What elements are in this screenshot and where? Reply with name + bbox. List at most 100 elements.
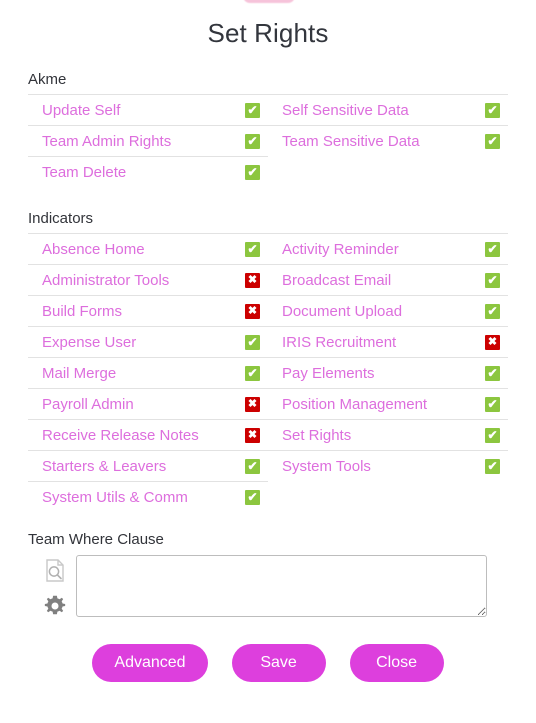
- right-checkbox-enabled[interactable]: ✔: [485, 458, 500, 474]
- right-checkbox-enabled[interactable]: ✔: [245, 334, 260, 350]
- right-row[interactable]: Starters & Leavers ✔: [28, 450, 268, 481]
- right-row[interactable]: Update Self ✔: [28, 94, 268, 125]
- right-checkbox-enabled[interactable]: ✔: [485, 272, 500, 288]
- right-label[interactable]: Build Forms: [42, 303, 245, 320]
- right-checkbox-enabled[interactable]: ✔: [245, 365, 260, 381]
- right-checkbox-enabled[interactable]: ✔: [485, 396, 500, 412]
- right-checkbox-enabled[interactable]: ✔: [485, 303, 500, 319]
- clipped-top-pill: [243, 0, 295, 3]
- right-checkbox-enabled[interactable]: ✔: [245, 102, 260, 118]
- cross-icon: ✖: [247, 428, 258, 441]
- right-label[interactable]: Team Sensitive Data: [282, 133, 485, 150]
- right-label[interactable]: Set Rights: [282, 427, 485, 444]
- right-checkbox-enabled[interactable]: ✔: [245, 241, 260, 257]
- right-label[interactable]: Position Management: [282, 396, 485, 413]
- close-button[interactable]: Close: [349, 644, 444, 682]
- right-label[interactable]: Self Sensitive Data: [282, 102, 485, 119]
- check-icon: ✔: [247, 134, 258, 148]
- check-icon: ✔: [487, 242, 498, 256]
- right-label[interactable]: Absence Home: [42, 241, 245, 258]
- check-icon: ✔: [247, 165, 258, 179]
- check-icon: ✔: [487, 459, 498, 473]
- right-row[interactable]: Pay Elements ✔: [268, 357, 508, 388]
- right-checkbox-disabled[interactable]: ✖: [485, 334, 500, 350]
- right-row[interactable]: Receive Release Notes ✖: [28, 419, 268, 450]
- right-checkbox-disabled[interactable]: ✖: [245, 272, 260, 288]
- cross-icon: ✖: [247, 273, 258, 286]
- right-row[interactable]: System Utils & Comm ✔: [28, 481, 268, 512]
- right-row[interactable]: Expense User ✔: [28, 326, 268, 357]
- right-row[interactable]: Set Rights ✔: [268, 419, 508, 450]
- rights-grid: Absence Home ✔ Activity Reminder ✔ Administr…: [28, 233, 508, 512]
- right-label[interactable]: Team Admin Rights: [42, 133, 245, 150]
- check-icon: ✔: [247, 242, 258, 256]
- check-icon: ✔: [247, 490, 258, 504]
- right-label[interactable]: Expense User: [42, 334, 245, 351]
- right-label[interactable]: IRIS Recruitment: [282, 334, 485, 351]
- right-label[interactable]: Starters & Leavers: [42, 458, 245, 475]
- right-label[interactable]: System Utils & Comm: [42, 489, 245, 506]
- check-icon: ✔: [487, 366, 498, 380]
- page-title: Set Rights: [207, 18, 329, 48]
- team-where-clause-input[interactable]: [76, 555, 487, 617]
- right-label[interactable]: Receive Release Notes: [42, 427, 245, 444]
- right-row[interactable]: Team Sensitive Data ✔: [268, 125, 508, 156]
- right-checkbox-enabled[interactable]: ✔: [485, 102, 500, 118]
- right-row-empty: [268, 156, 508, 187]
- check-icon: ✔: [247, 103, 258, 117]
- right-label[interactable]: Payroll Admin: [42, 396, 245, 413]
- right-checkbox-enabled[interactable]: ✔: [245, 133, 260, 149]
- right-row[interactable]: Build Forms ✖: [28, 295, 268, 326]
- right-label[interactable]: Document Upload: [282, 303, 485, 320]
- right-checkbox-disabled[interactable]: ✖: [245, 303, 260, 319]
- right-row[interactable]: Self Sensitive Data ✔: [268, 94, 508, 125]
- right-label[interactable]: Mail Merge: [42, 365, 245, 382]
- check-icon: ✔: [487, 428, 498, 442]
- right-checkbox-enabled[interactable]: ✔: [485, 365, 500, 381]
- right-label[interactable]: Broadcast Email: [282, 272, 485, 289]
- check-icon: ✔: [487, 304, 498, 318]
- right-row[interactable]: IRIS Recruitment ✖: [268, 326, 508, 357]
- right-row[interactable]: Position Management ✔: [268, 388, 508, 419]
- rights-form: Akme Update Self ✔ Self Sensitive Data ✔ Team…: [0, 71, 536, 512]
- right-row[interactable]: Absence Home ✔: [28, 233, 268, 264]
- right-checkbox-enabled[interactable]: ✔: [245, 489, 260, 505]
- right-checkbox-disabled[interactable]: ✖: [245, 427, 260, 443]
- check-icon: ✔: [247, 366, 258, 380]
- right-label[interactable]: Pay Elements: [282, 365, 485, 382]
- right-label[interactable]: Team Delete: [42, 164, 245, 181]
- right-label[interactable]: Administrator Tools: [42, 272, 245, 289]
- right-row-empty: [268, 481, 508, 512]
- gear-icon[interactable]: [44, 595, 66, 617]
- right-label[interactable]: System Tools: [282, 458, 485, 475]
- right-row[interactable]: Broadcast Email ✔: [268, 264, 508, 295]
- check-icon: ✔: [247, 335, 258, 349]
- advanced-button[interactable]: Advanced: [92, 644, 208, 682]
- right-checkbox-disabled[interactable]: ✖: [245, 396, 260, 412]
- right-row[interactable]: System Tools ✔: [268, 450, 508, 481]
- right-checkbox-enabled[interactable]: ✔: [245, 458, 260, 474]
- rights-section: Akme Update Self ✔ Self Sensitive Data ✔ Team…: [28, 71, 508, 187]
- check-icon: ✔: [487, 134, 498, 148]
- right-row[interactable]: Document Upload ✔: [268, 295, 508, 326]
- check-icon: ✔: [247, 459, 258, 473]
- right-checkbox-enabled[interactable]: ✔: [485, 241, 500, 257]
- right-row[interactable]: Team Delete ✔: [28, 156, 268, 187]
- check-icon: ✔: [487, 273, 498, 287]
- save-button[interactable]: Save: [231, 644, 326, 682]
- right-checkbox-enabled[interactable]: ✔: [245, 164, 260, 180]
- right-row[interactable]: Administrator Tools ✖: [28, 264, 268, 295]
- check-icon: ✔: [487, 103, 498, 117]
- cross-icon: ✖: [487, 335, 498, 348]
- right-row[interactable]: Team Admin Rights ✔: [28, 125, 268, 156]
- right-row[interactable]: Mail Merge ✔: [28, 357, 268, 388]
- right-checkbox-enabled[interactable]: ✔: [485, 427, 500, 443]
- right-row[interactable]: Payroll Admin ✖: [28, 388, 268, 419]
- team-where-clause-block: Team Where Clause: [0, 531, 536, 617]
- document-search-icon[interactable]: [45, 559, 65, 582]
- right-label[interactable]: Activity Reminder: [282, 241, 485, 258]
- right-checkbox-enabled[interactable]: ✔: [485, 133, 500, 149]
- right-row[interactable]: Activity Reminder ✔: [268, 233, 508, 264]
- right-label[interactable]: Update Self: [42, 102, 245, 119]
- cross-icon: ✖: [247, 397, 258, 410]
